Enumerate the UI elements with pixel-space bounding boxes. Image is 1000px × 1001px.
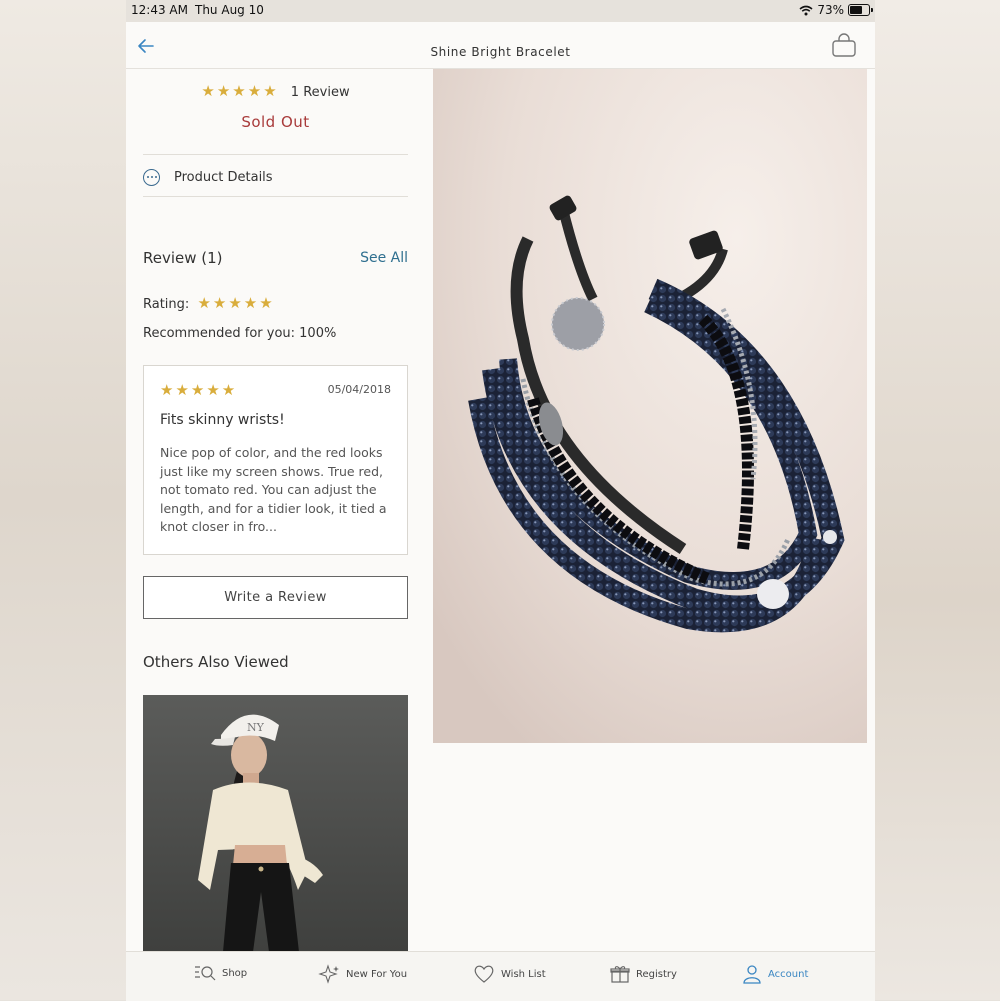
review-title: Fits skinny wrists! (160, 412, 285, 428)
person-icon (743, 965, 761, 984)
write-review-button[interactable]: Write a Review (143, 576, 408, 619)
review-heading: Review (1) (143, 249, 223, 267)
tab-label: Registry (636, 968, 677, 980)
battery-icon (848, 4, 873, 16)
rating-stars: ★★★★★ (197, 294, 275, 312)
others-heading: Others Also Viewed (143, 653, 289, 671)
tab-new-for-you[interactable]: New For You (318, 964, 407, 984)
rating-label: Rating: (143, 297, 190, 312)
see-all-link[interactable]: See All (360, 250, 408, 266)
status-date: Thu Aug 10 (195, 3, 264, 17)
product-details-row[interactable]: Product Details (143, 167, 273, 187)
review-stars: ★★★★★ (160, 381, 238, 399)
gift-icon (610, 966, 630, 983)
more-dots-icon (143, 168, 160, 186)
tab-label: Wish List (501, 968, 546, 980)
divider (143, 196, 408, 197)
tab-label: Account (768, 968, 809, 980)
tab-label: New For You (346, 968, 408, 980)
product-details-label: Product Details (174, 169, 273, 185)
review-date: 05/04/2018 (327, 383, 391, 396)
availability-status: Sold Out (241, 113, 310, 131)
left-backdrop (0, 0, 126, 1000)
sparkle-icon (318, 964, 339, 984)
review-count: 1 Review (290, 85, 350, 100)
review-card[interactable]: ★★★★★ 05/04/2018 Fits skinny wrists! Nic… (143, 365, 408, 555)
rating-line: Rating: ★★★★★ (143, 294, 275, 312)
summary-stars: ★★★★★ (201, 82, 279, 100)
model-photo: NY (143, 695, 408, 952)
review-body: Nice pop of color, and the red looks jus… (160, 445, 387, 534)
search-list-icon (195, 966, 216, 981)
tab-registry[interactable]: Registry (610, 964, 677, 984)
status-right: 73% (799, 3, 873, 17)
product-image[interactable] (433, 69, 867, 743)
right-backdrop (875, 0, 1000, 1000)
top-bar: Shine Bright Bracelet (126, 22, 875, 69)
shopping-bag-icon[interactable] (831, 33, 857, 59)
product-info-column: ★★★★★ 1 Review Sold Out Product Details … (143, 69, 408, 952)
divider (143, 154, 408, 155)
app-window: Shine Bright Bracelet ★★★★★ 1 Review Sol… (126, 22, 875, 1001)
tab-bar: Shop New For You Wish List Registry Acco… (126, 951, 875, 1001)
tab-label: Shop (222, 967, 248, 979)
wifi-icon (799, 5, 813, 15)
cap-logo: NY (247, 721, 265, 734)
recommend-percent: Recommended for you: 100% (143, 326, 337, 341)
tab-wish-list[interactable]: Wish List (473, 964, 546, 984)
tab-shop[interactable]: Shop (194, 964, 247, 982)
heart-icon (474, 965, 494, 983)
page-title: Shine Bright Bracelet (430, 45, 571, 59)
tab-account[interactable]: Account (742, 964, 808, 984)
status-bar: 12:43 AM Thu Aug 10 73% (0, 0, 1000, 22)
summary-rating[interactable]: ★★★★★ 1 Review (143, 82, 408, 100)
recommended-product-image[interactable]: NY (143, 695, 408, 952)
status-time: 12:43 AM (131, 3, 188, 17)
battery-percent: 73% (817, 3, 844, 17)
bracelet-photo (433, 69, 867, 743)
